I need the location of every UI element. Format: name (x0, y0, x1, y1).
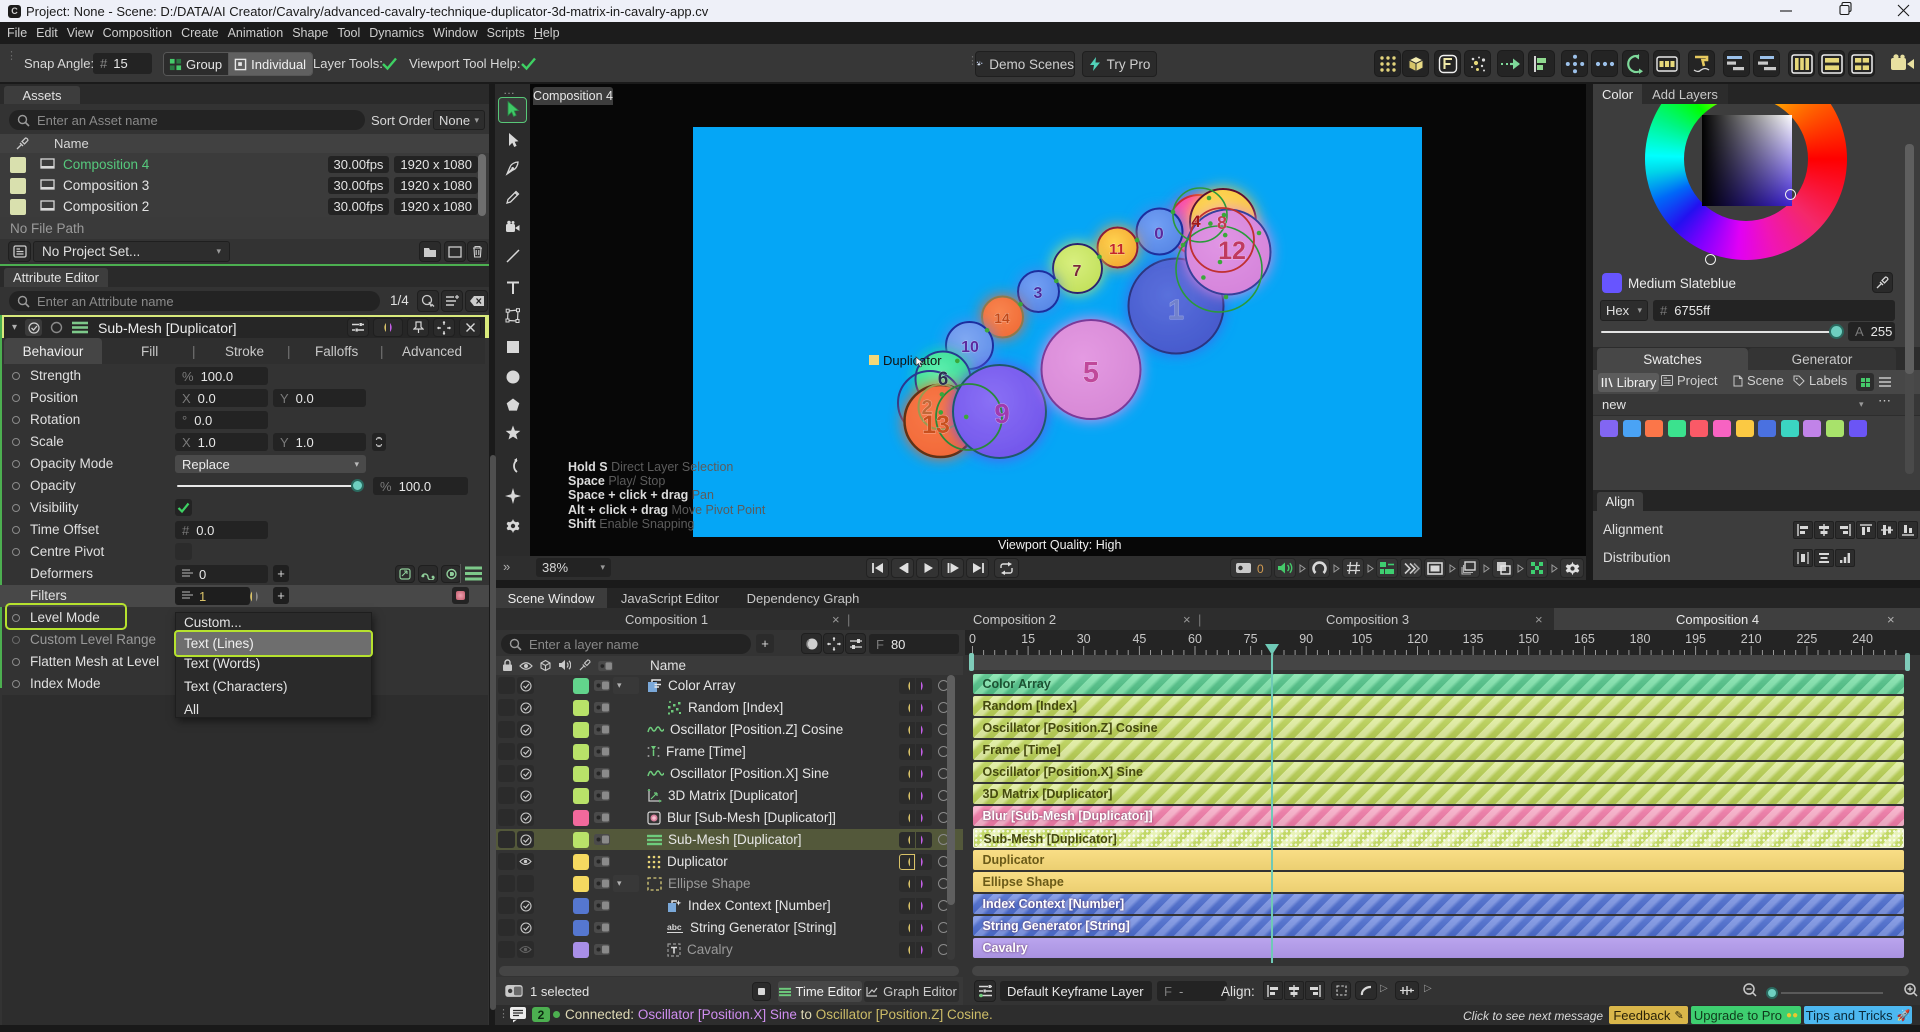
svg-text:3: 3 (1034, 285, 1043, 302)
svg-text:7: 7 (1073, 263, 1082, 280)
svg-text:4: 4 (1191, 212, 1201, 231)
svg-text:13: 13 (922, 411, 950, 439)
svg-text:abc: abc (667, 922, 682, 932)
svg-text:6: 6 (938, 369, 949, 390)
svg-text:0: 0 (1257, 562, 1264, 575)
svg-text:9: 9 (994, 398, 1010, 429)
svg-text:14: 14 (994, 310, 1010, 326)
svg-text:0: 0 (1154, 224, 1163, 243)
svg-text:1: 1 (1168, 294, 1184, 325)
svg-text:12: 12 (1218, 237, 1246, 265)
svg-text:5: 5 (1083, 357, 1099, 389)
svg-text:10: 10 (961, 339, 979, 356)
svg-text:11: 11 (1109, 241, 1125, 258)
